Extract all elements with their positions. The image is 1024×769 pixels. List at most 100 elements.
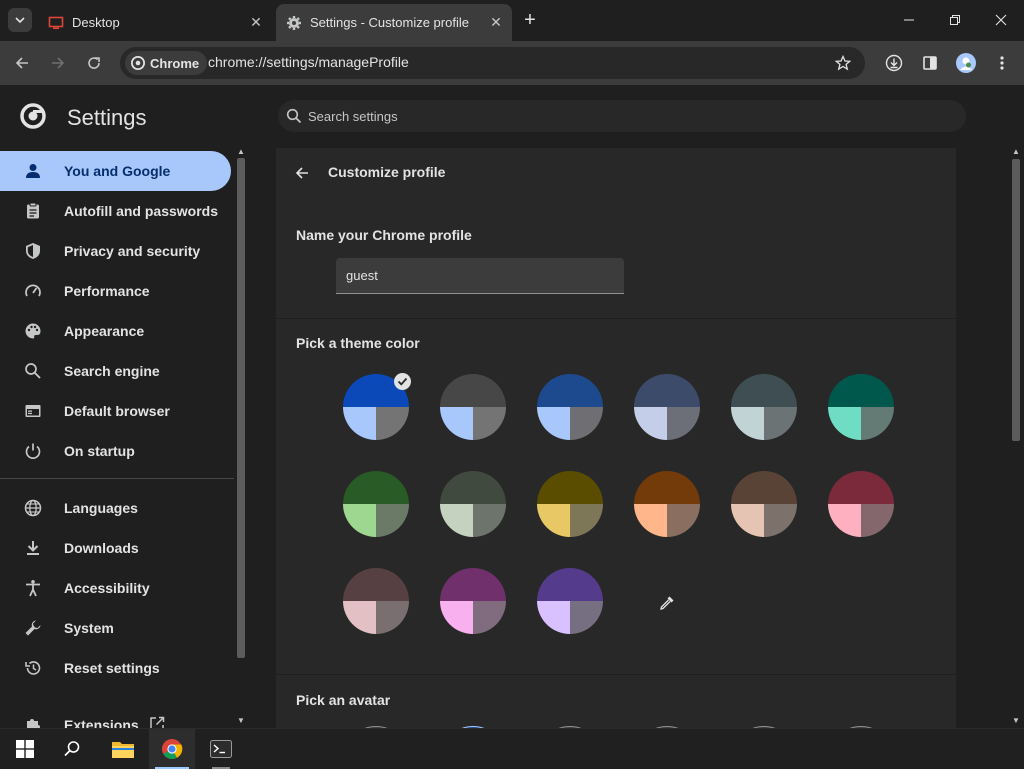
desktop-icon: [48, 15, 64, 31]
close-icon: [995, 14, 1007, 26]
history-icon: [25, 661, 41, 675]
theme-color-swatch[interactable]: [440, 471, 506, 537]
sidebar-item-system[interactable]: System: [0, 608, 231, 648]
shield-icon: [26, 243, 40, 259]
power-icon: [25, 443, 41, 459]
profile-name-field[interactable]: [336, 258, 624, 294]
custom-color-picker[interactable]: [630, 566, 704, 640]
sidebar-item-languages[interactable]: Languages: [0, 488, 231, 528]
search-icon: [286, 108, 302, 124]
close-icon[interactable]: ✕: [486, 13, 506, 33]
palette-icon: [25, 323, 41, 339]
sidebar-divider: [0, 478, 234, 479]
page-scrollbar-thumb[interactable]: [1012, 159, 1020, 441]
minimize-button[interactable]: [886, 0, 932, 40]
sidebar-scrollbar-thumb[interactable]: [237, 158, 245, 658]
folder-icon: [112, 742, 134, 758]
sidebar-item-autofill[interactable]: Autofill and passwords: [0, 191, 231, 231]
search-icon: [64, 741, 80, 757]
omnibox[interactable]: Chrome chrome://settings/manageProfile: [120, 47, 865, 79]
sidebar-item-appearance[interactable]: Appearance: [0, 311, 231, 351]
theme-color-swatch[interactable]: [634, 471, 700, 537]
page-scrollbar[interactable]: ▲ ▼: [1008, 143, 1024, 728]
forward-button[interactable]: [44, 49, 72, 77]
avatar: [956, 53, 976, 73]
scroll-down-arrow-icon[interactable]: ▼: [234, 714, 248, 726]
theme-color-swatch[interactable]: [537, 471, 603, 537]
theme-color-swatch[interactable]: [828, 471, 894, 537]
search-settings-input[interactable]: Search settings: [278, 100, 966, 132]
theme-section-label: Pick a theme color: [296, 335, 420, 351]
theme-color-swatch[interactable]: [343, 568, 409, 634]
taskbar-search-button[interactable]: [49, 729, 95, 769]
side-panel-button[interactable]: [916, 49, 944, 77]
sidebar-item-on-startup[interactable]: On startup: [0, 431, 231, 471]
theme-color-swatch[interactable]: [440, 568, 506, 634]
sidebar-item-label: Extensions: [64, 717, 139, 728]
sidebar-item-label: Appearance: [64, 323, 145, 339]
scroll-up-arrow-icon[interactable]: ▲: [234, 145, 248, 157]
profile-name-input[interactable]: [336, 258, 624, 293]
sidebar-item-extensions[interactable]: Extensions: [0, 705, 231, 728]
back-arrow-button[interactable]: [290, 161, 314, 185]
theme-color-swatch[interactable]: [343, 471, 409, 537]
reload-button[interactable]: [80, 49, 108, 77]
tab-settings[interactable]: Settings - Customize profile ✕: [276, 4, 512, 41]
new-tab-button[interactable]: +: [518, 8, 542, 32]
theme-color-swatch[interactable]: [731, 471, 797, 537]
theme-color-swatch[interactable]: [537, 374, 603, 440]
clipboard-icon: [27, 202, 39, 219]
download-icon: [885, 54, 903, 72]
theme-color-swatch[interactable]: [731, 374, 797, 440]
chrome-taskbar-button[interactable]: [149, 729, 195, 769]
sidebar-item-label: On startup: [64, 443, 135, 459]
puzzle-icon: [27, 719, 40, 728]
restore-button[interactable]: [932, 0, 978, 40]
back-button[interactable]: [8, 49, 36, 77]
scroll-up-arrow-icon[interactable]: ▲: [1009, 145, 1023, 157]
arrow-left-icon: [295, 167, 308, 179]
sidebar-item-performance[interactable]: Performance: [0, 271, 231, 311]
file-explorer-button[interactable]: [100, 729, 146, 769]
sidebar-item-search-engine[interactable]: Search engine: [0, 351, 231, 391]
theme-color-swatch[interactable]: [343, 373, 411, 440]
card-divider: [276, 674, 956, 675]
search-placeholder: Search settings: [308, 109, 398, 124]
start-button[interactable]: [2, 729, 48, 769]
sidebar-item-reset-settings[interactable]: Reset settings: [0, 648, 231, 688]
close-icon[interactable]: ✕: [246, 13, 266, 33]
sidebar: You and Google Autofill and passwords Pr…: [0, 143, 234, 728]
bookmark-star-icon[interactable]: [831, 51, 855, 75]
sidebar-item-default-browser[interactable]: Default browser: [0, 391, 231, 431]
sidebar-item-accessibility[interactable]: Accessibility: [0, 568, 231, 608]
gauge-icon: [25, 284, 41, 297]
tab-strip: Desktop ✕ Settings - Customize profile ✕…: [0, 0, 1024, 41]
external-link-icon: [150, 716, 165, 728]
theme-color-swatch[interactable]: [537, 568, 603, 634]
url-text[interactable]: chrome://settings/manageProfile: [208, 54, 409, 70]
theme-color-swatch[interactable]: [634, 374, 700, 440]
browser-icon: [25, 405, 41, 417]
site-chip[interactable]: Chrome: [125, 51, 208, 75]
downloads-button[interactable]: [880, 49, 908, 77]
theme-color-swatch[interactable]: [828, 374, 894, 440]
close-window-button[interactable]: [978, 0, 1024, 40]
sidebar-item-you-and-google[interactable]: You and Google: [0, 151, 231, 191]
tab-search-button[interactable]: [8, 8, 32, 32]
tab-desktop[interactable]: Desktop ✕: [40, 4, 272, 41]
terminal-taskbar-button[interactable]: [198, 729, 244, 769]
sidebar-item-privacy[interactable]: Privacy and security: [0, 231, 231, 271]
kebab-menu-icon: [1000, 56, 1004, 70]
sidebar-item-label: Performance: [64, 283, 150, 299]
theme-color-swatch[interactable]: [440, 374, 506, 440]
profile-button[interactable]: [952, 49, 980, 77]
sidebar-scrollbar[interactable]: ▲ ▼: [234, 143, 248, 728]
minimize-icon: [904, 19, 914, 21]
scroll-down-arrow-icon[interactable]: ▼: [1009, 714, 1023, 726]
sidebar-item-label: Privacy and security: [64, 243, 201, 259]
menu-button[interactable]: [988, 49, 1016, 77]
sidebar-item-downloads[interactable]: Downloads: [0, 528, 231, 568]
sidebar-item-label: Reset settings: [64, 660, 160, 676]
side-panel-icon: [923, 56, 937, 70]
card-divider: [276, 318, 956, 319]
